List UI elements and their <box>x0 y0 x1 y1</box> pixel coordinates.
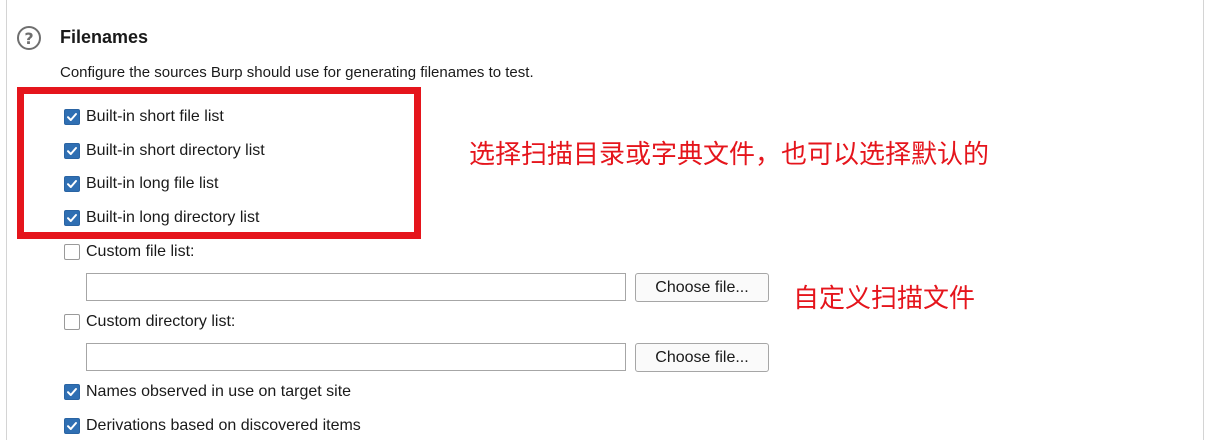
highlight-box <box>17 87 421 239</box>
option-custom-directory-list[interactable]: Custom directory list: <box>64 312 235 332</box>
checkmark-icon <box>67 388 77 396</box>
option-label: Names observed in use on target site <box>86 383 352 400</box>
section-title: Filenames <box>60 27 149 47</box>
option-label: Derivations based on discovered items <box>86 417 361 434</box>
checkmark-icon <box>67 422 77 430</box>
option-custom-file-list[interactable]: Custom file list: <box>64 242 194 262</box>
checkbox[interactable] <box>64 244 80 260</box>
option-label: Custom file list: <box>86 243 195 260</box>
section-description: Configure the sources Burp should use fo… <box>60 64 534 81</box>
choose-custom-directory-button[interactable]: Choose file... <box>635 343 769 372</box>
choose-custom-file-button[interactable]: Choose file... <box>635 273 769 302</box>
panel-left-border <box>6 0 7 440</box>
help-icon[interactable]: ? <box>17 26 41 50</box>
checkbox[interactable] <box>64 314 80 330</box>
checkbox[interactable] <box>64 418 80 434</box>
option-names-observed[interactable]: Names observed in use on target site <box>64 382 351 402</box>
option-label: Custom directory list: <box>86 313 236 330</box>
option-derivations[interactable]: Derivations based on discovered items <box>64 416 361 436</box>
custom-directory-path-input[interactable] <box>86 343 626 371</box>
builtin-annotation: 选择扫描目录或字典文件，也可以选择默认的 <box>469 140 990 170</box>
panel-right-border <box>1203 0 1204 440</box>
custom-file-path-input[interactable] <box>86 273 626 301</box>
checkbox[interactable] <box>64 384 80 400</box>
custom-annotation: 自定义扫描文件 <box>793 284 976 314</box>
